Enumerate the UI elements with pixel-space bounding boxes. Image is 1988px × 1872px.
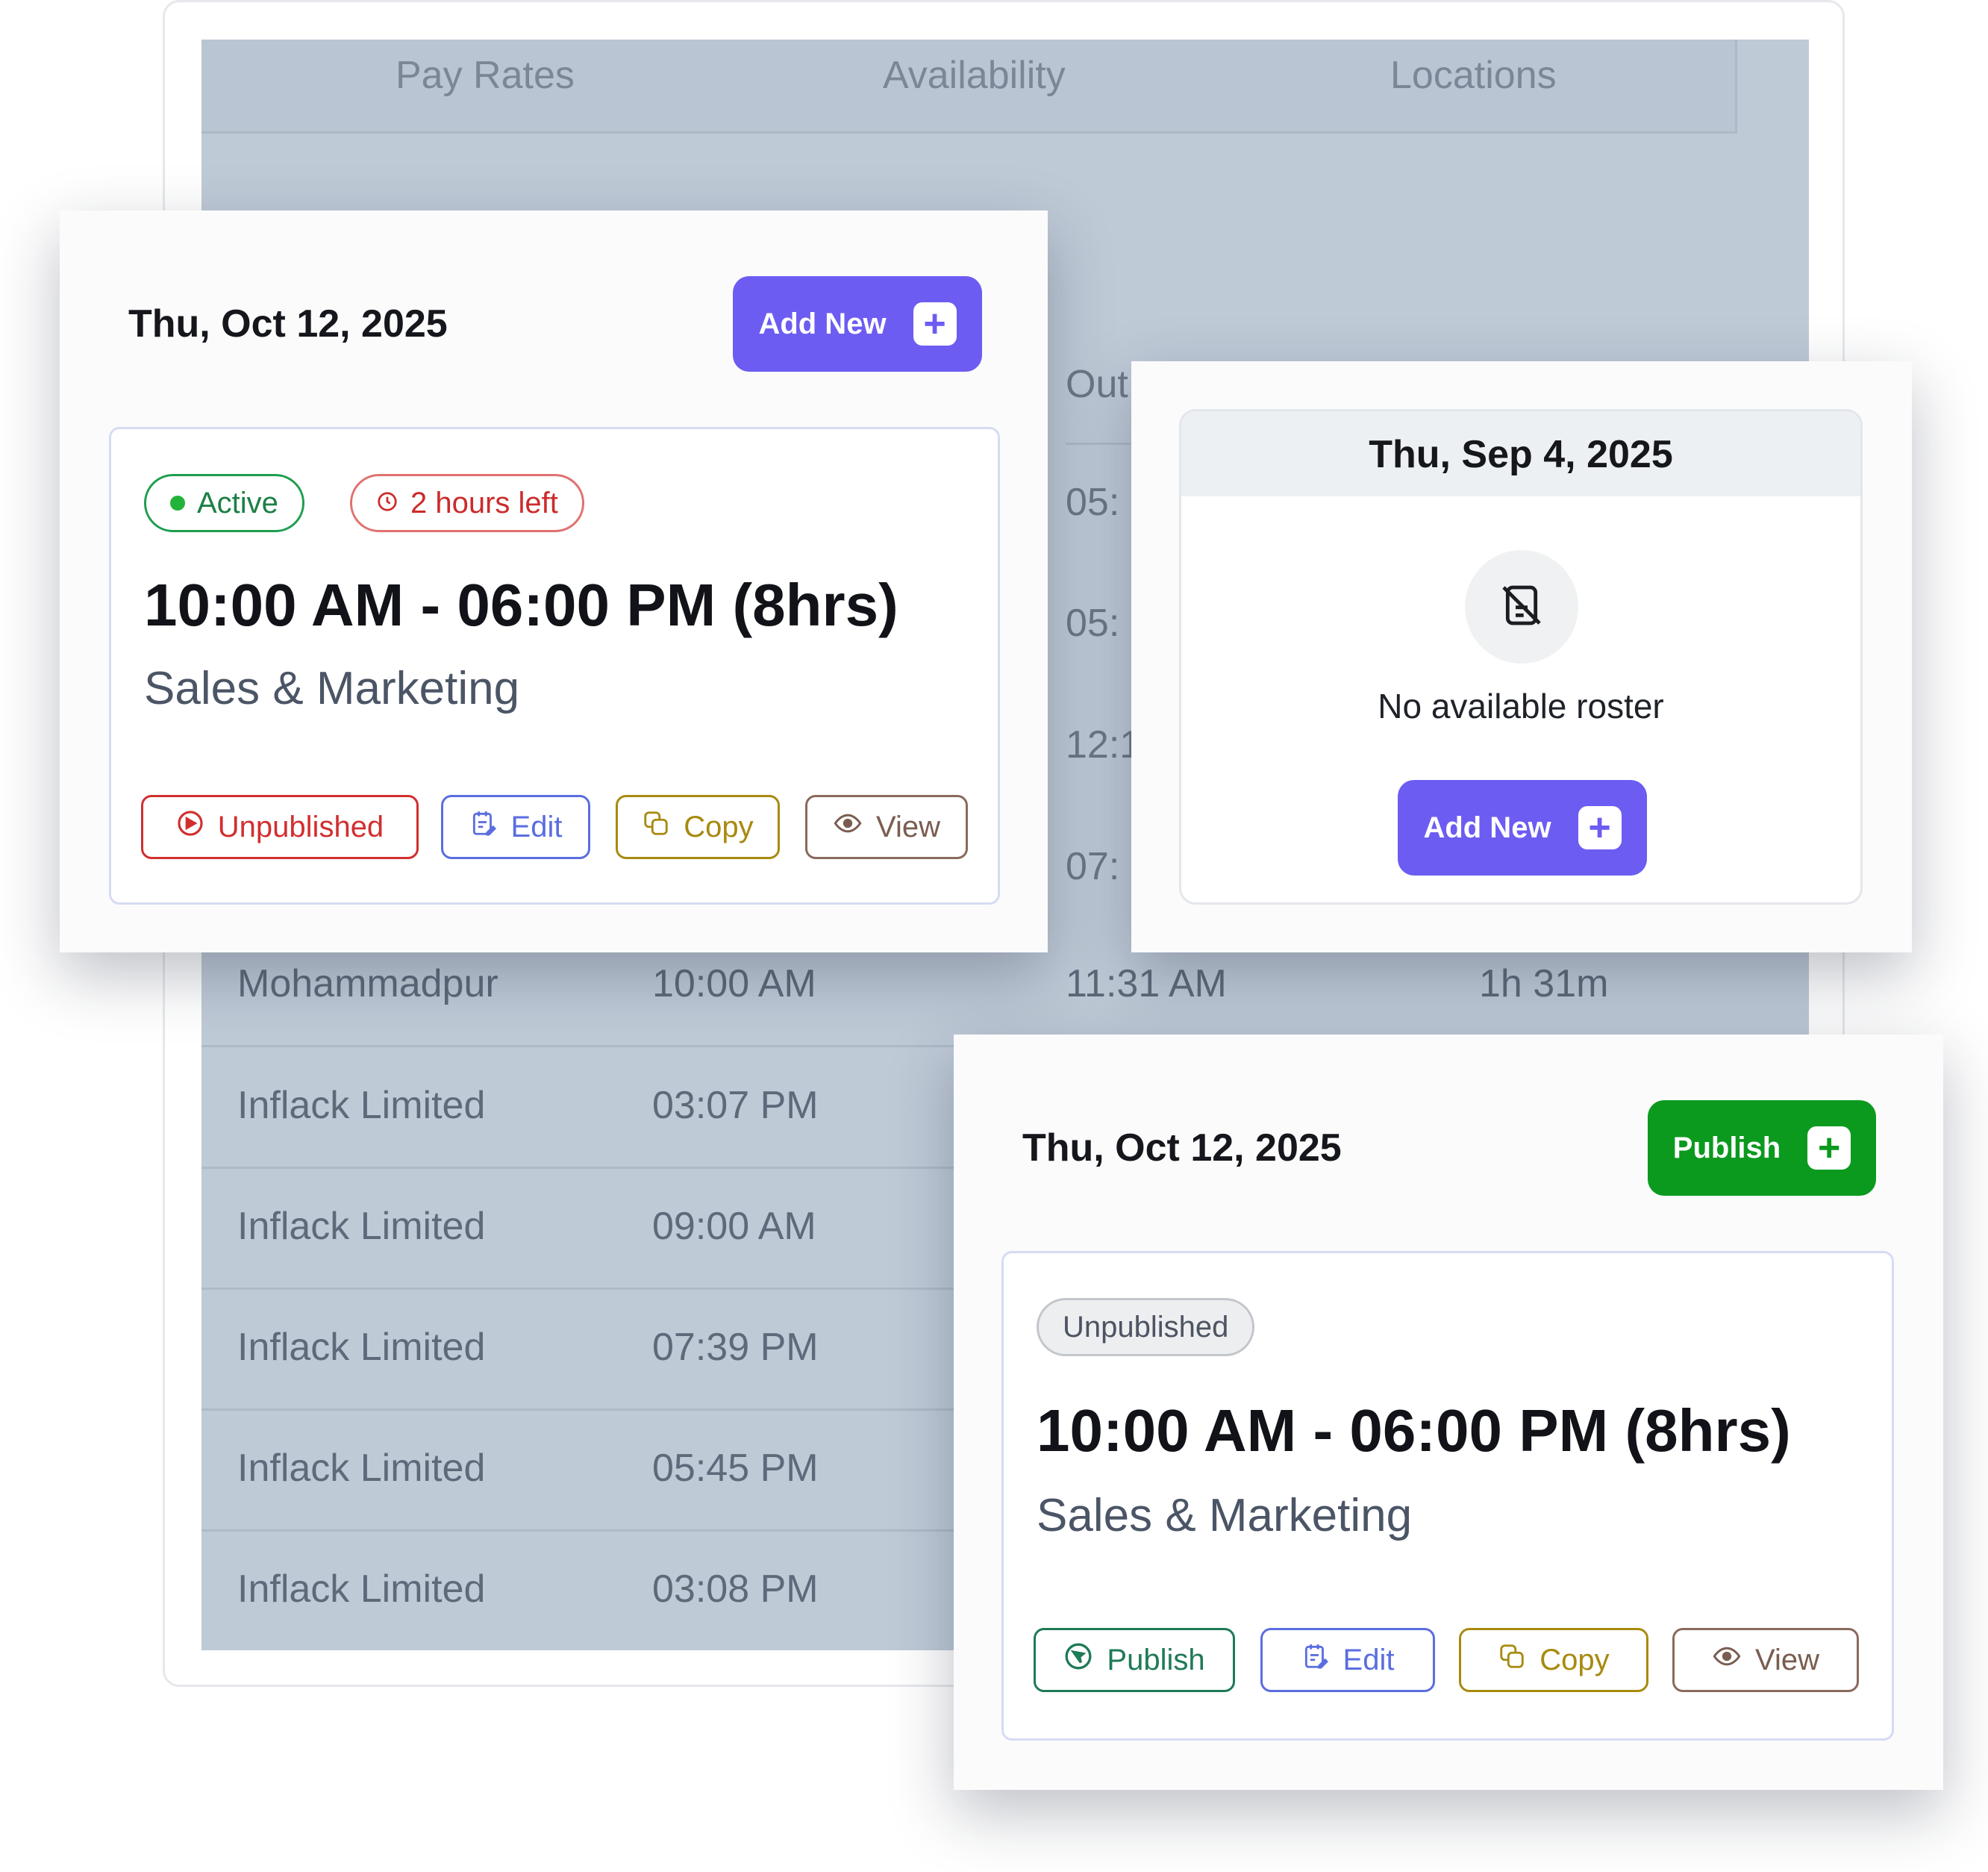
shift-time-range: 10:00 AM - 06:00 PM (8hrs)	[144, 572, 898, 638]
row-location: Inflack Limited	[237, 1567, 486, 1611]
eye-icon	[1712, 1641, 1742, 1679]
copy-label: Copy	[1540, 1643, 1610, 1676]
copy-icon	[1498, 1642, 1526, 1678]
view-label: View	[1755, 1643, 1819, 1676]
edit-button[interactable]: Edit	[441, 795, 590, 859]
publish-label: Publish	[1672, 1131, 1781, 1164]
edit-label: Edit	[510, 810, 563, 843]
unpublish-icon	[176, 809, 204, 845]
unpublished-shift-panel: Thu, Oct 12, 2025 Publish + Unpublished …	[954, 1035, 1943, 1790]
status-label: Unpublished	[1063, 1310, 1229, 1344]
shift-department: Sales & Marketing	[1037, 1490, 1413, 1541]
add-new-button[interactable]: Add New +	[733, 276, 982, 372]
row-in-time: 10:00 AM	[652, 962, 816, 1005]
no-document-icon	[1498, 581, 1545, 633]
edit-label: Edit	[1342, 1643, 1395, 1676]
clock-icon	[376, 487, 398, 520]
edit-icon	[1301, 1642, 1330, 1678]
row-location: Inflack Limited	[237, 1326, 486, 1369]
row-in-time: 09:00 AM	[652, 1205, 816, 1248]
unpublished-label: Unpublished	[217, 810, 384, 843]
empty-roster-panel: Thu, Sep 4, 2025 No available roster Add…	[1131, 361, 1912, 952]
no-roster-icon-wrap	[1465, 550, 1578, 664]
copy-label: Copy	[684, 810, 754, 843]
view-label: View	[876, 810, 940, 843]
copy-button[interactable]: Copy	[1459, 1628, 1648, 1692]
unpublished-button[interactable]: Unpublished	[141, 795, 419, 859]
row-in-time: 03:08 PM	[652, 1567, 819, 1611]
empty-message: No available roster	[1378, 687, 1664, 726]
panel-date: Thu, Oct 12, 2025	[1022, 1126, 1342, 1170]
plus-icon: +	[1807, 1126, 1851, 1170]
edit-icon	[469, 809, 498, 845]
empty-roster-card: Thu, Sep 4, 2025 No available roster Add…	[1179, 409, 1863, 905]
publish-all-button[interactable]: Publish +	[1648, 1100, 1876, 1196]
peek-time: 05:	[1066, 602, 1120, 645]
shift-card[interactable]: Active 2 hours left 10:00 AM - 06:00 PM …	[109, 427, 1000, 905]
status-badge: Active	[144, 474, 304, 532]
tab-availability[interactable]: Availability	[883, 53, 1066, 98]
column-header-out: Out	[1066, 363, 1128, 406]
publish-icon	[1063, 1641, 1093, 1679]
row-in-time: 05:45 PM	[652, 1447, 819, 1490]
edit-button[interactable]: Edit	[1260, 1628, 1435, 1692]
add-new-label: Add New	[758, 307, 887, 340]
add-new-label: Add New	[1423, 811, 1551, 844]
shift-department: Sales & Marketing	[144, 663, 520, 714]
peek-time: 07:	[1066, 845, 1120, 888]
shift-card[interactable]: Unpublished 10:00 AM - 06:00 PM (8hrs) S…	[1001, 1251, 1894, 1741]
panel-date: Thu, Oct 12, 2025	[128, 302, 448, 346]
publish-label: Publish	[1107, 1643, 1205, 1676]
shift-time-range: 10:00 AM - 06:00 PM (8hrs)	[1037, 1397, 1791, 1464]
row-in-time: 03:07 PM	[652, 1084, 819, 1127]
peek-time: 05:	[1066, 481, 1120, 524]
peek-time: 12:1	[1066, 723, 1142, 767]
tab-bar: Pay Rates Availability Locations	[201, 40, 1737, 134]
status-label: Active	[197, 486, 278, 520]
time-left-label: 2 hours left	[410, 486, 558, 520]
eye-icon	[833, 808, 863, 846]
row-location: Mohammadpur	[237, 962, 498, 1005]
time-left-badge: 2 hours left	[350, 474, 584, 532]
copy-icon	[642, 809, 670, 845]
view-button[interactable]: View	[1672, 1628, 1859, 1692]
plus-icon: +	[1578, 806, 1622, 849]
active-shift-panel: Thu, Oct 12, 2025 Add New + Active 2 hou…	[60, 210, 1048, 952]
row-out-time: 11:31 AM	[1066, 962, 1227, 1005]
plus-icon: +	[913, 302, 957, 346]
add-new-button[interactable]: Add New +	[1398, 780, 1647, 876]
row-location: Inflack Limited	[237, 1447, 486, 1490]
view-button[interactable]: View	[805, 795, 968, 859]
status-badge: Unpublished	[1037, 1298, 1255, 1356]
active-dot-icon	[170, 496, 185, 511]
row-in-time: 07:39 PM	[652, 1326, 819, 1369]
tab-pay-rates[interactable]: Pay Rates	[396, 53, 575, 98]
row-location: Inflack Limited	[237, 1205, 486, 1248]
tab-locations[interactable]: Locations	[1390, 53, 1557, 98]
copy-button[interactable]: Copy	[616, 795, 780, 859]
row-duration: 1h 31m	[1479, 962, 1609, 1005]
publish-button[interactable]: Publish	[1034, 1628, 1235, 1692]
empty-card-date: Thu, Sep 4, 2025	[1369, 433, 1673, 476]
row-location: Inflack Limited	[237, 1084, 486, 1127]
